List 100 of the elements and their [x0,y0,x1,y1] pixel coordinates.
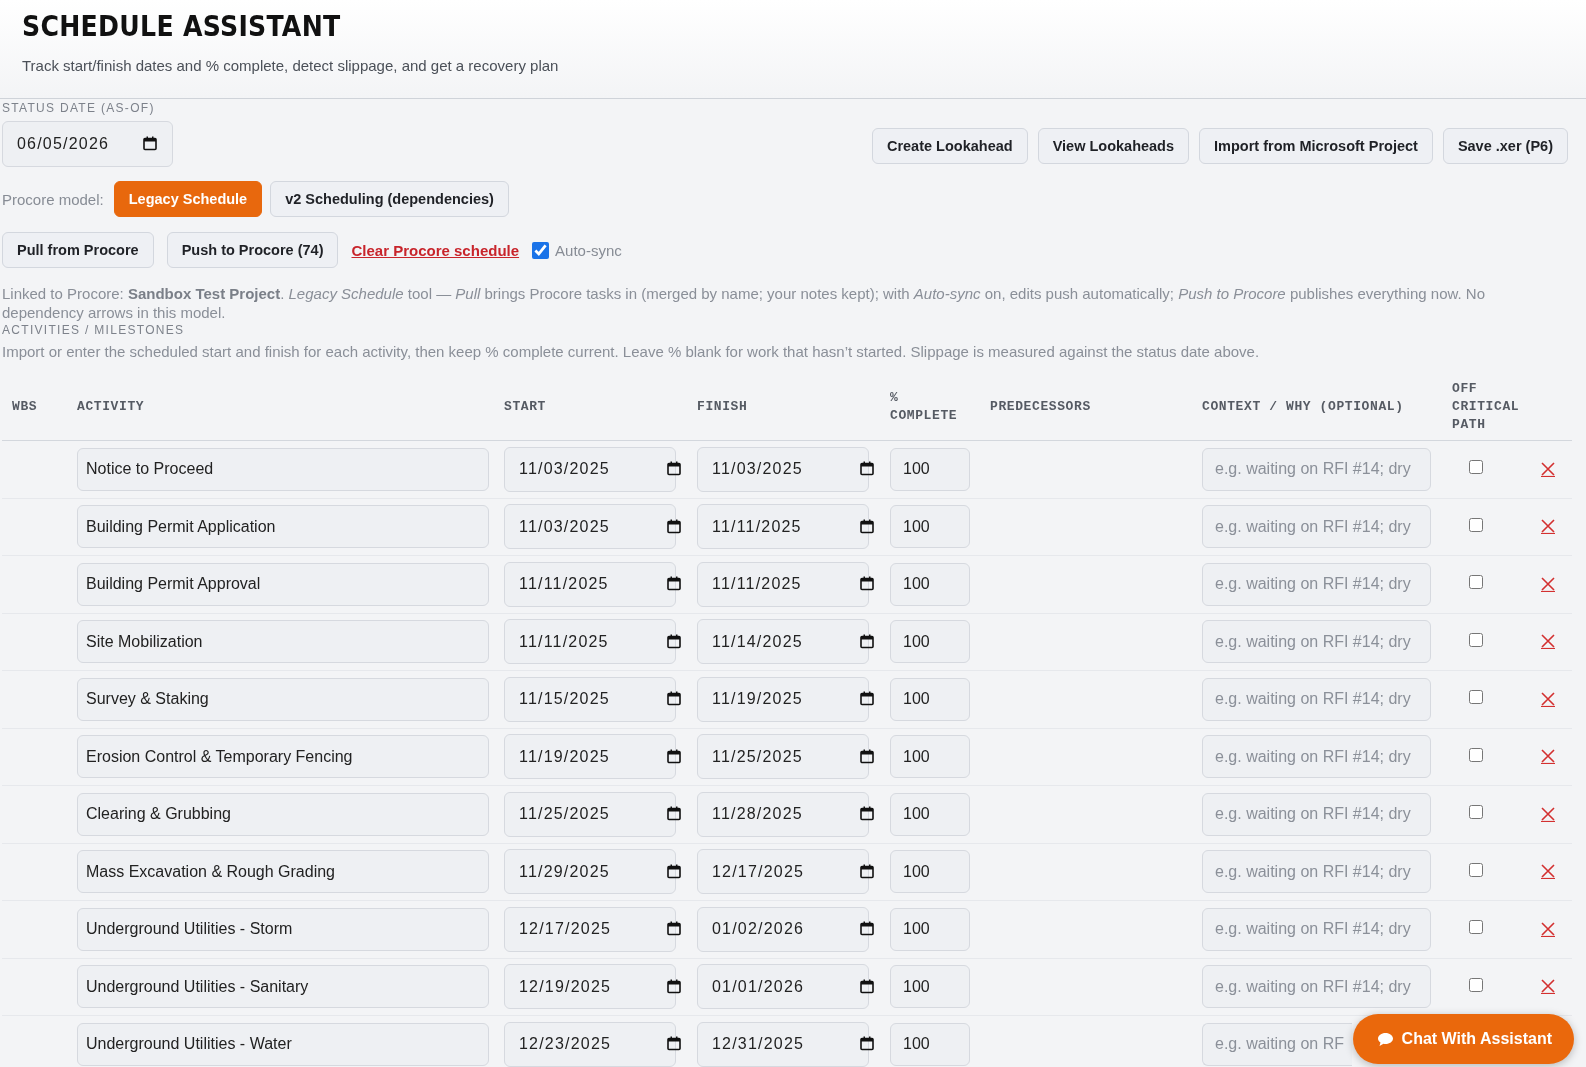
context-field[interactable]: e.g. waiting on RF [1202,1022,1352,1066]
calendar-icon [860,863,874,879]
activity-field[interactable]: Survey & Staking [77,677,489,721]
date-field[interactable]: 12/17/2025 [504,906,676,952]
calendar-icon [667,633,681,649]
calendar-icon [667,863,681,879]
percent-field[interactable]: 100 [890,505,970,549]
date-field[interactable]: 01/02/2026 [697,906,869,952]
calendar-icon [667,461,681,477]
date-field[interactable]: 11/11/2025 [504,619,676,665]
critical-path-checkbox[interactable] [1469,575,1483,590]
section-hint: Import or enter the scheduled start and finish for each activity, then keep % complete current. Leave % blank for work that hasn’t started. Slippage is measured against the status date above. [2,343,1261,360]
push-button[interactable]: Push to Procore (74) [166,232,339,268]
calendar-icon [860,978,874,994]
critical-path-checkbox[interactable] [1469,517,1483,532]
date-field[interactable]: 11/03/2025 [697,446,869,492]
percent-field[interactable]: 100 [890,620,970,664]
calendar-icon [860,461,874,477]
activity-field[interactable]: Underground Utilities - Storm [77,907,489,951]
date-field[interactable]: 11/25/2025 [504,791,676,837]
context-field[interactable]: e.g. waiting on RFI #14; dry [1202,850,1431,894]
action-button[interactable]: Import from Microsoft Project [1199,128,1433,164]
activity-field[interactable]: Building Permit Approval [77,562,489,606]
date-field[interactable]: 11/15/2025 [504,676,676,722]
critical-path-checkbox[interactable] [1469,920,1483,935]
page-title: SCHEDULE ASSISTANT [22,10,342,43]
activity-field[interactable]: Clearing & Grubbing [77,792,489,836]
date-field[interactable]: 06/05/2026 [2,121,173,167]
context-field[interactable]: e.g. waiting on RFI #14; dry [1202,735,1431,779]
auto-sync-checkbox[interactable] [532,241,550,259]
percent-field[interactable]: 100 [890,447,970,491]
percent-field[interactable]: 100 [890,562,970,606]
date-field[interactable]: 11/14/2025 [697,619,869,665]
percent-field[interactable]: 100 [890,1022,970,1066]
column-header: OFF CRITICAL PATH [1452,380,1521,434]
calendar-icon [860,806,874,822]
percent-field[interactable]: 100 [890,677,970,721]
activity-field[interactable]: Underground Utilities - Sanitary [77,965,489,1009]
activity-field[interactable]: Mass Excavation & Rough Grading [77,850,489,894]
column-header: CONTEXT / WHY (OPTIONAL) [1202,398,1404,416]
context-field[interactable]: e.g. waiting on RFI #14; dry [1202,620,1431,664]
percent-field[interactable]: 100 [890,965,970,1009]
info-text: Linked to Procore: Sandbox Test Project. Legacy Schedule tool — Pull brings Procore tasks in (merged by name; your notes kept); with Auto-sync on, edits push automatically; Push to Procore publishes everything now. No dependency arrows in this model. [2,284,1486,322]
action-button[interactable]: Create Lookahead [871,128,1028,164]
context-field[interactable]: e.g. waiting on RFI #14; dry [1202,965,1431,1009]
date-field[interactable]: 11/11/2025 [697,504,869,550]
column-header: START [504,398,546,416]
calendar-icon [667,978,681,994]
activity-field[interactable]: Site Mobilization [77,620,489,664]
date-field[interactable]: 12/17/2025 [697,849,869,895]
date-field[interactable]: 11/11/2025 [504,561,676,607]
context-field[interactable]: e.g. waiting on RFI #14; dry [1202,677,1431,721]
pull-button[interactable]: Pull from Procore [2,232,154,268]
action-button[interactable]: Save .xer (P6) [1442,128,1568,164]
date-field[interactable]: 11/19/2025 [504,734,676,780]
activity-field[interactable]: Erosion Control & Temporary Fencing [77,735,489,779]
critical-path-checkbox[interactable] [1469,747,1483,762]
calendar-icon [667,806,681,822]
column-header: % COMPLETE [890,389,959,425]
activity-field[interactable]: Underground Utilities - Water [77,1022,489,1066]
percent-field[interactable]: 100 [890,792,970,836]
model-toggle[interactable]: v2 Scheduling (dependencies) [270,181,509,217]
activity-field[interactable]: Building Permit Application [77,505,489,549]
calendar-icon [667,748,681,764]
date-field[interactable]: 11/29/2025 [504,849,676,895]
percent-field[interactable]: 100 [890,735,970,779]
date-field[interactable]: 11/03/2025 [504,504,676,550]
context-field[interactable]: e.g. waiting on RFI #14; dry [1202,562,1431,606]
context-field[interactable]: e.g. waiting on RFI #14; dry [1202,792,1431,836]
section-title: ACTIVITIES / MILESTONES [2,323,186,337]
column-header: ACTIVITY [77,398,145,416]
critical-path-checkbox[interactable] [1469,632,1483,647]
context-field[interactable]: e.g. waiting on RFI #14; dry [1202,447,1431,491]
date-field[interactable]: 12/23/2025 [504,1021,676,1067]
calendar-icon [667,691,681,707]
date-field[interactable]: 01/01/2026 [697,964,869,1010]
percent-field[interactable]: 100 [890,850,970,894]
critical-path-checkbox[interactable] [1469,977,1483,992]
critical-path-checkbox[interactable] [1469,862,1483,877]
activity-field[interactable]: Notice to Proceed [77,447,489,491]
date-field[interactable]: 11/03/2025 [504,446,676,492]
page-subtitle: Track start/finish dates and % complete, detect slippage, and get a recovery plan [22,57,560,74]
date-field[interactable]: 11/28/2025 [697,791,869,837]
critical-path-checkbox[interactable] [1469,690,1483,705]
percent-field[interactable]: 100 [890,907,970,951]
column-header: FINISH [697,398,748,416]
context-field[interactable]: e.g. waiting on RFI #14; dry [1202,907,1431,951]
date-field[interactable]: 11/19/2025 [697,676,869,722]
clear-link[interactable]: Clear Procore schedule [351,241,520,259]
date-field[interactable]: 12/31/2025 [697,1021,869,1067]
calendar-icon [860,576,874,592]
critical-path-checkbox[interactable] [1469,805,1483,820]
action-button[interactable]: View Lookaheads [1037,128,1190,164]
date-field[interactable]: 12/19/2025 [504,964,676,1010]
context-field[interactable]: e.g. waiting on RFI #14; dry [1202,505,1431,549]
date-field[interactable]: 11/25/2025 [697,734,869,780]
calendar-icon [667,921,681,937]
critical-path-checkbox[interactable] [1469,460,1483,475]
calendar-icon [667,518,681,534]
date-field[interactable]: 11/11/2025 [697,561,869,607]
